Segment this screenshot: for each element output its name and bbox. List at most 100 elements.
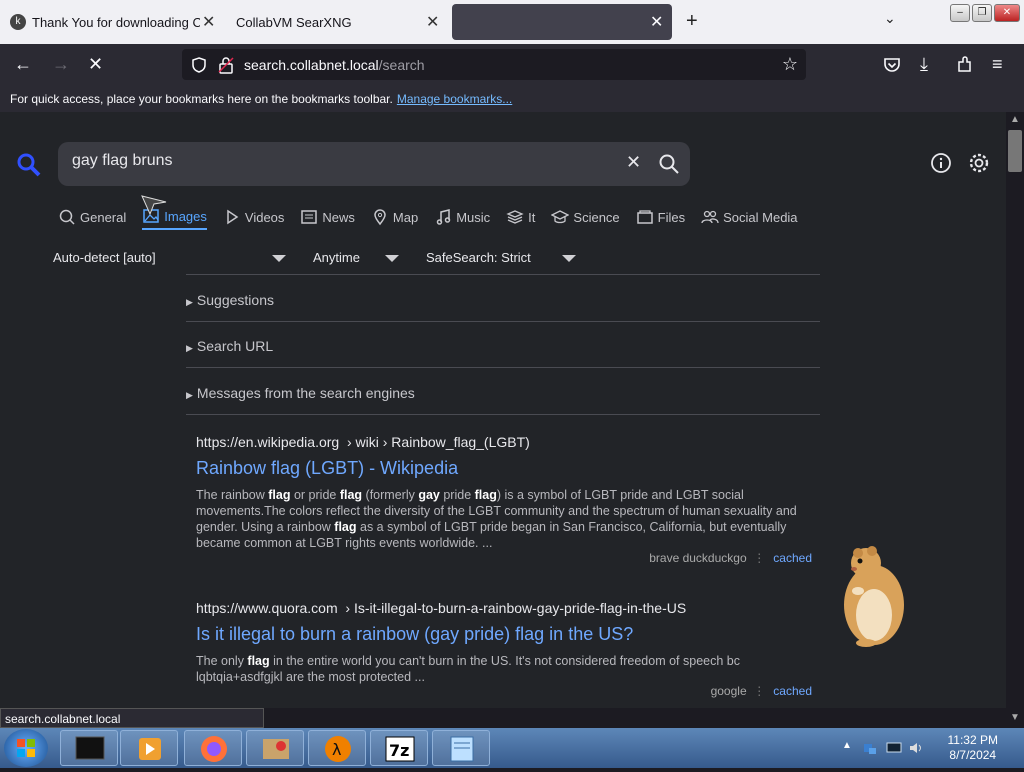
bookmarks-toolbar: For quick access, place your bookmarks h… <box>0 86 1024 112</box>
url-bar[interactable]: search.collabnet.local/search ☆ <box>182 49 806 80</box>
newspaper-icon <box>301 210 318 224</box>
map-pin-icon <box>374 209 386 226</box>
search-icon[interactable] <box>658 153 680 175</box>
nav-bar: ← → ✕ search.collabnet.local/search ☆ ⤓ … <box>0 44 1024 86</box>
close-tab-icon[interactable]: ✕ <box>426 12 439 32</box>
divider <box>186 274 820 275</box>
scrollbar-thumb[interactable] <box>1008 130 1022 172</box>
taskbar-app[interactable] <box>246 730 304 766</box>
display-icon[interactable] <box>886 740 902 756</box>
close-window-button[interactable]: ✕ <box>994 4 1020 22</box>
download-icon[interactable]: ⤓ <box>920 54 928 75</box>
window-controls: – ❐ ✕ <box>950 4 1020 22</box>
chevron-down-icon[interactable] <box>562 255 576 262</box>
svg-text:7z: 7z <box>389 741 409 760</box>
time-range-select[interactable]: Anytime <box>313 250 360 265</box>
result-url[interactable]: https://www.quora.com › Is-it-illegal-to… <box>196 600 816 616</box>
result-url[interactable]: https://en.wikipedia.org › wiki › Rainbo… <box>196 434 816 450</box>
tab-videos[interactable]: Videos <box>223 204 284 230</box>
tab-general[interactable]: General <box>58 204 126 230</box>
suggestions-toggle[interactable]: ▶ Suggestions <box>186 282 820 322</box>
taskbar-7zip[interactable]: 7z <box>370 730 428 766</box>
close-tab-icon[interactable]: ✕ <box>650 12 663 32</box>
terminal-icon <box>75 736 105 760</box>
chevron-down-icon[interactable] <box>385 255 399 262</box>
extensions-icon[interactable] <box>955 55 975 75</box>
tab-social-media[interactable]: Social Media <box>701 204 798 230</box>
half-life-icon: λ <box>325 736 351 762</box>
play-icon <box>227 209 239 225</box>
result-engines: brave duckduckgo ⋮ cached <box>649 551 812 565</box>
volume-icon[interactable] <box>908 740 924 756</box>
tab-map[interactable]: Map <box>371 204 418 230</box>
url-text: search.collabnet.local/search <box>244 57 425 73</box>
graduation-cap-icon <box>551 210 570 224</box>
result-title-link[interactable]: Rainbow flag (LGBT) - Wikipedia <box>196 458 816 479</box>
bookmarks-hint: For quick access, place your bookmarks h… <box>10 92 393 106</box>
search-icon <box>59 209 75 225</box>
notepad-icon <box>450 736 474 762</box>
hamster-mascot-icon <box>844 546 904 647</box>
tab-music[interactable]: Music <box>434 204 490 230</box>
engine-messages-toggle[interactable]: ▶ Messages from the search engines <box>186 375 820 415</box>
taskbar-media-player[interactable] <box>120 730 178 766</box>
app-icon <box>263 739 289 759</box>
searxng-logo-icon[interactable] <box>16 152 42 178</box>
search-url-toggle[interactable]: ▶ Search URL <box>186 328 820 368</box>
forward-arrow-icon[interactable]: → <box>52 54 70 75</box>
taskbar-cmd[interactable] <box>60 730 118 766</box>
gear-icon[interactable] <box>968 152 990 174</box>
shield-icon[interactable] <box>190 56 208 74</box>
clock-time: 11:32 PM <box>947 733 998 747</box>
people-icon <box>701 210 719 224</box>
cached-link[interactable]: cached <box>773 551 812 565</box>
new-tab-icon[interactable]: + <box>686 10 698 33</box>
cached-link[interactable]: cached <box>773 684 812 698</box>
tab-news[interactable]: News <box>300 204 355 230</box>
result-item: https://en.wikipedia.org › wiki › Rainbo… <box>196 434 816 565</box>
lock-icon[interactable] <box>218 56 234 74</box>
search-input[interactable] <box>72 152 592 170</box>
star-bookmark-icon[interactable]: ☆ <box>782 54 798 75</box>
taskbar-half-life[interactable]: λ <box>308 730 366 766</box>
tab-collabvm-searxng[interactable]: CollabVM SearXNG ✕ <box>230 4 444 40</box>
network-icon[interactable] <box>862 740 878 756</box>
svg-text:λ: λ <box>332 740 341 759</box>
tab-it[interactable]: It <box>506 204 535 230</box>
clock[interactable]: 11:32 PM 8/7/2024 <box>948 733 998 763</box>
info-icon[interactable] <box>930 152 952 174</box>
pocket-icon[interactable] <box>882 55 902 75</box>
clear-search-icon[interactable]: ✕ <box>626 152 641 173</box>
result-item: https://www.quora.com › Is-it-illegal-to… <box>196 600 816 698</box>
tab-active[interactable]: ✕ <box>452 4 672 40</box>
music-note-icon <box>436 209 451 225</box>
taskbar-firefox[interactable] <box>184 730 242 766</box>
result-title-link[interactable]: Is it illegal to burn a rainbow (gay pri… <box>196 624 816 645</box>
search-box: ✕ <box>58 142 690 186</box>
menu-hamburger-icon[interactable]: ≡ <box>992 54 1003 75</box>
page-scrollbar[interactable]: ▲ ▼ <box>1006 112 1024 728</box>
mouse-cursor-icon <box>141 195 167 216</box>
start-button[interactable] <box>4 729 48 767</box>
tab-bar: k Thank You for downloading Cc ✕ CollabV… <box>0 0 1024 44</box>
show-hidden-icons-icon[interactable]: ▲ <box>842 740 852 751</box>
safesearch-select[interactable]: SafeSearch: Strict <box>426 250 531 265</box>
language-select[interactable]: Auto-detect [auto] <box>53 250 156 265</box>
minimize-button[interactable]: – <box>950 4 970 22</box>
manage-bookmarks-link[interactable]: Manage bookmarks... <box>397 92 512 106</box>
close-tab-icon[interactable]: ✕ <box>202 12 215 32</box>
back-arrow-icon[interactable]: ← <box>14 54 32 75</box>
chevron-down-icon[interactable]: ⌄ <box>884 10 896 27</box>
tab-files[interactable]: Files <box>636 204 685 230</box>
result-engines: google ⋮ cached <box>710 684 812 698</box>
chevron-down-icon[interactable] <box>272 255 286 262</box>
tab-science[interactable]: Science <box>551 204 620 230</box>
result-snippet: The only flag in the entire world you ca… <box>196 654 740 684</box>
stop-loading-icon[interactable]: ✕ <box>88 54 103 75</box>
tab-thank-you[interactable]: k Thank You for downloading Cc ✕ <box>6 4 220 40</box>
maximize-button[interactable]: ❐ <box>972 4 992 22</box>
firefox-icon <box>201 736 227 762</box>
tab-title: Thank You for downloading Cc <box>32 14 200 30</box>
7zip-icon: 7z <box>385 736 415 762</box>
taskbar-notepad[interactable] <box>432 730 490 766</box>
